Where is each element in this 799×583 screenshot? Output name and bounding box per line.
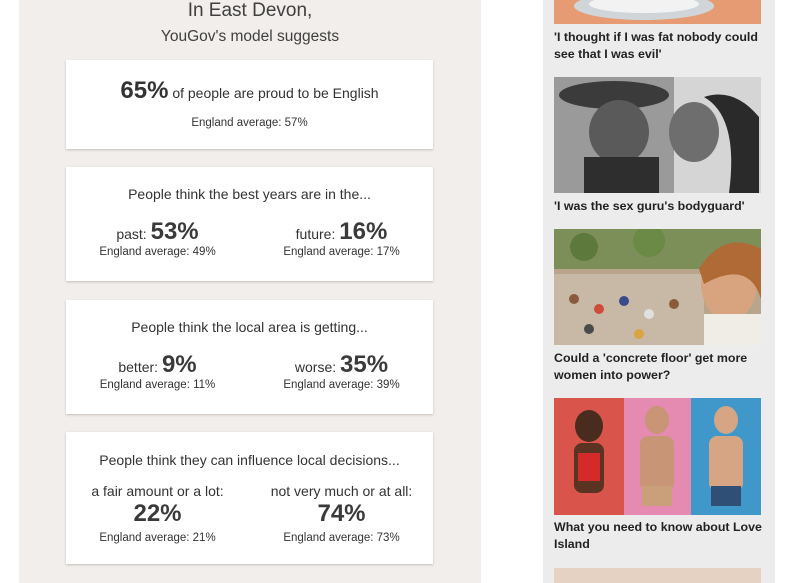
panel-subheading: YouGov's model suggests — [160, 28, 340, 45]
worse-average: England average: 39% — [283, 379, 400, 391]
not-much-label: not very much or at all: — [270, 483, 413, 499]
better-label: better: — [118, 359, 162, 375]
promo-image-1[interactable] — [554, 0, 761, 24]
worse-label: worse: — [294, 359, 341, 375]
not-much-percent: 74% — [317, 500, 366, 527]
past-average: England average: 49% — [99, 246, 216, 258]
promo-image-3[interactable] — [554, 229, 761, 345]
not-much-average: England average: 73% — [283, 532, 400, 544]
local-area-question: People think the local area is getting..… — [131, 319, 368, 335]
best-years-future: future: 16% England average: 17% — [250, 218, 433, 258]
fair-percent: 22% — [133, 500, 182, 527]
best-years-card: People think the best years are in the..… — [66, 167, 433, 281]
influence-question: People think they can influence local de… — [99, 452, 400, 468]
future-average: England average: 17% — [283, 246, 400, 258]
influence-fair: a fair amount or a lot: 22% England aver… — [66, 483, 249, 544]
past-percent: 53% — [150, 218, 199, 245]
better-percent: 9% — [161, 351, 197, 378]
promo-image-4[interactable] — [554, 398, 761, 515]
future-label: future: — [295, 226, 340, 242]
influence-not-much: not very much or at all: 74% England ave… — [250, 483, 433, 544]
proud-card: 65% of people are proud to be English En… — [66, 60, 433, 149]
love-island-cast-photo-icon — [554, 398, 761, 515]
worse-percent: 35% — [340, 351, 389, 378]
yougov-panel: In East Devon, YouGov's model suggests 6… — [19, 0, 481, 583]
local-area-worse: worse: 35% England average: 39% — [250, 351, 433, 391]
influence-card: People think they can influence local de… — [66, 432, 433, 564]
past-label: past: — [116, 226, 151, 242]
future-percent: 16% — [339, 218, 388, 245]
couple-photo-icon — [554, 77, 761, 193]
promo-caption-1[interactable]: 'I thought if I was fat nobody could see… — [554, 29, 769, 63]
promo-caption-4[interactable]: What you need to know about Love Island — [554, 519, 769, 553]
plate-illustration-icon — [554, 0, 761, 24]
better-average: England average: 11% — [99, 379, 216, 391]
local-area-better: better: 9% England average: 11% — [66, 351, 249, 391]
proud-percent: 65% — [120, 77, 169, 104]
promo-caption-3[interactable]: Could a 'concrete floor' get more women … — [554, 350, 769, 384]
crowd-protest-photo-icon — [554, 229, 761, 345]
promo-image-2[interactable] — [554, 77, 761, 193]
panel-heading: In East Devon, — [187, 0, 313, 21]
fair-average: England average: 21% — [99, 532, 216, 544]
proud-text: of people are proud to be English — [168, 85, 379, 101]
fair-label: a fair amount or a lot: — [91, 483, 224, 499]
local-area-card: People think the local area is getting..… — [66, 300, 433, 414]
best-years-past: past: 53% England average: 49% — [66, 218, 249, 258]
promo-image-5[interactable] — [554, 568, 761, 583]
promo-caption-2[interactable]: 'I was the sex guru's bodyguard' — [554, 198, 769, 215]
proud-average: England average: 57% — [191, 117, 308, 129]
best-years-question: People think the best years are in the..… — [128, 186, 371, 202]
